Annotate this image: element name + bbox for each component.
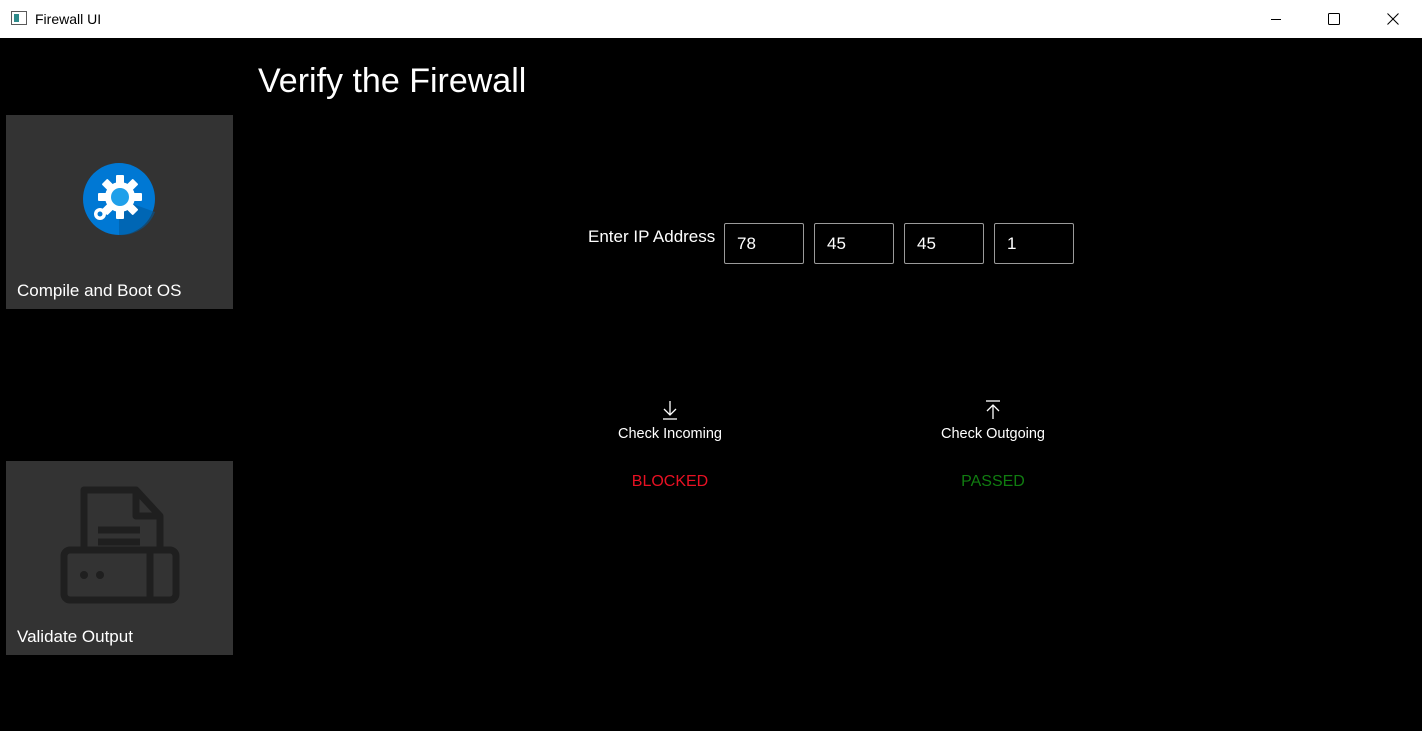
maximize-button[interactable]	[1305, 0, 1363, 38]
check-outgoing-button[interactable]: Check Outgoing	[918, 398, 1068, 452]
close-icon	[1387, 13, 1399, 25]
minimize-button[interactable]	[1247, 0, 1305, 38]
arrow-up-icon	[986, 400, 1000, 419]
compile-boot-label: Compile and Boot OS	[17, 281, 182, 300]
check-outgoing-label: Check Outgoing	[941, 426, 1045, 442]
ip-octet-4-input[interactable]	[994, 223, 1074, 264]
maximize-icon	[1328, 13, 1340, 25]
window-title: Firewall UI	[35, 11, 102, 27]
app-window: Firewall UI Compile and Boot OS Validate…	[0, 0, 1422, 731]
title-bar[interactable]: Firewall UI	[0, 0, 1422, 38]
check-incoming-button[interactable]: Check Incoming	[595, 398, 745, 452]
app-icon	[11, 11, 27, 25]
ip-octet-2-input[interactable]	[814, 223, 894, 264]
arrow-down-icon	[663, 401, 677, 420]
ip-octet-1-input[interactable]	[724, 223, 804, 264]
outgoing-status: PASSED	[961, 473, 1025, 490]
validate-output-label: Validate Output	[17, 627, 133, 646]
printer-icon	[60, 486, 180, 604]
check-incoming-label: Check Incoming	[618, 426, 722, 442]
ip-address-label: Enter IP Address	[588, 227, 716, 246]
gear-icon	[83, 163, 155, 236]
compile-boot-tile[interactable]: Compile and Boot OS	[6, 115, 233, 309]
incoming-status: BLOCKED	[631, 473, 709, 490]
ip-octet-3-input[interactable]	[904, 223, 984, 264]
page-title: Verify the Firewall	[258, 62, 527, 100]
minimize-icon	[1271, 19, 1281, 20]
validate-output-tile[interactable]: Validate Output	[6, 461, 233, 655]
close-button[interactable]	[1364, 0, 1422, 38]
